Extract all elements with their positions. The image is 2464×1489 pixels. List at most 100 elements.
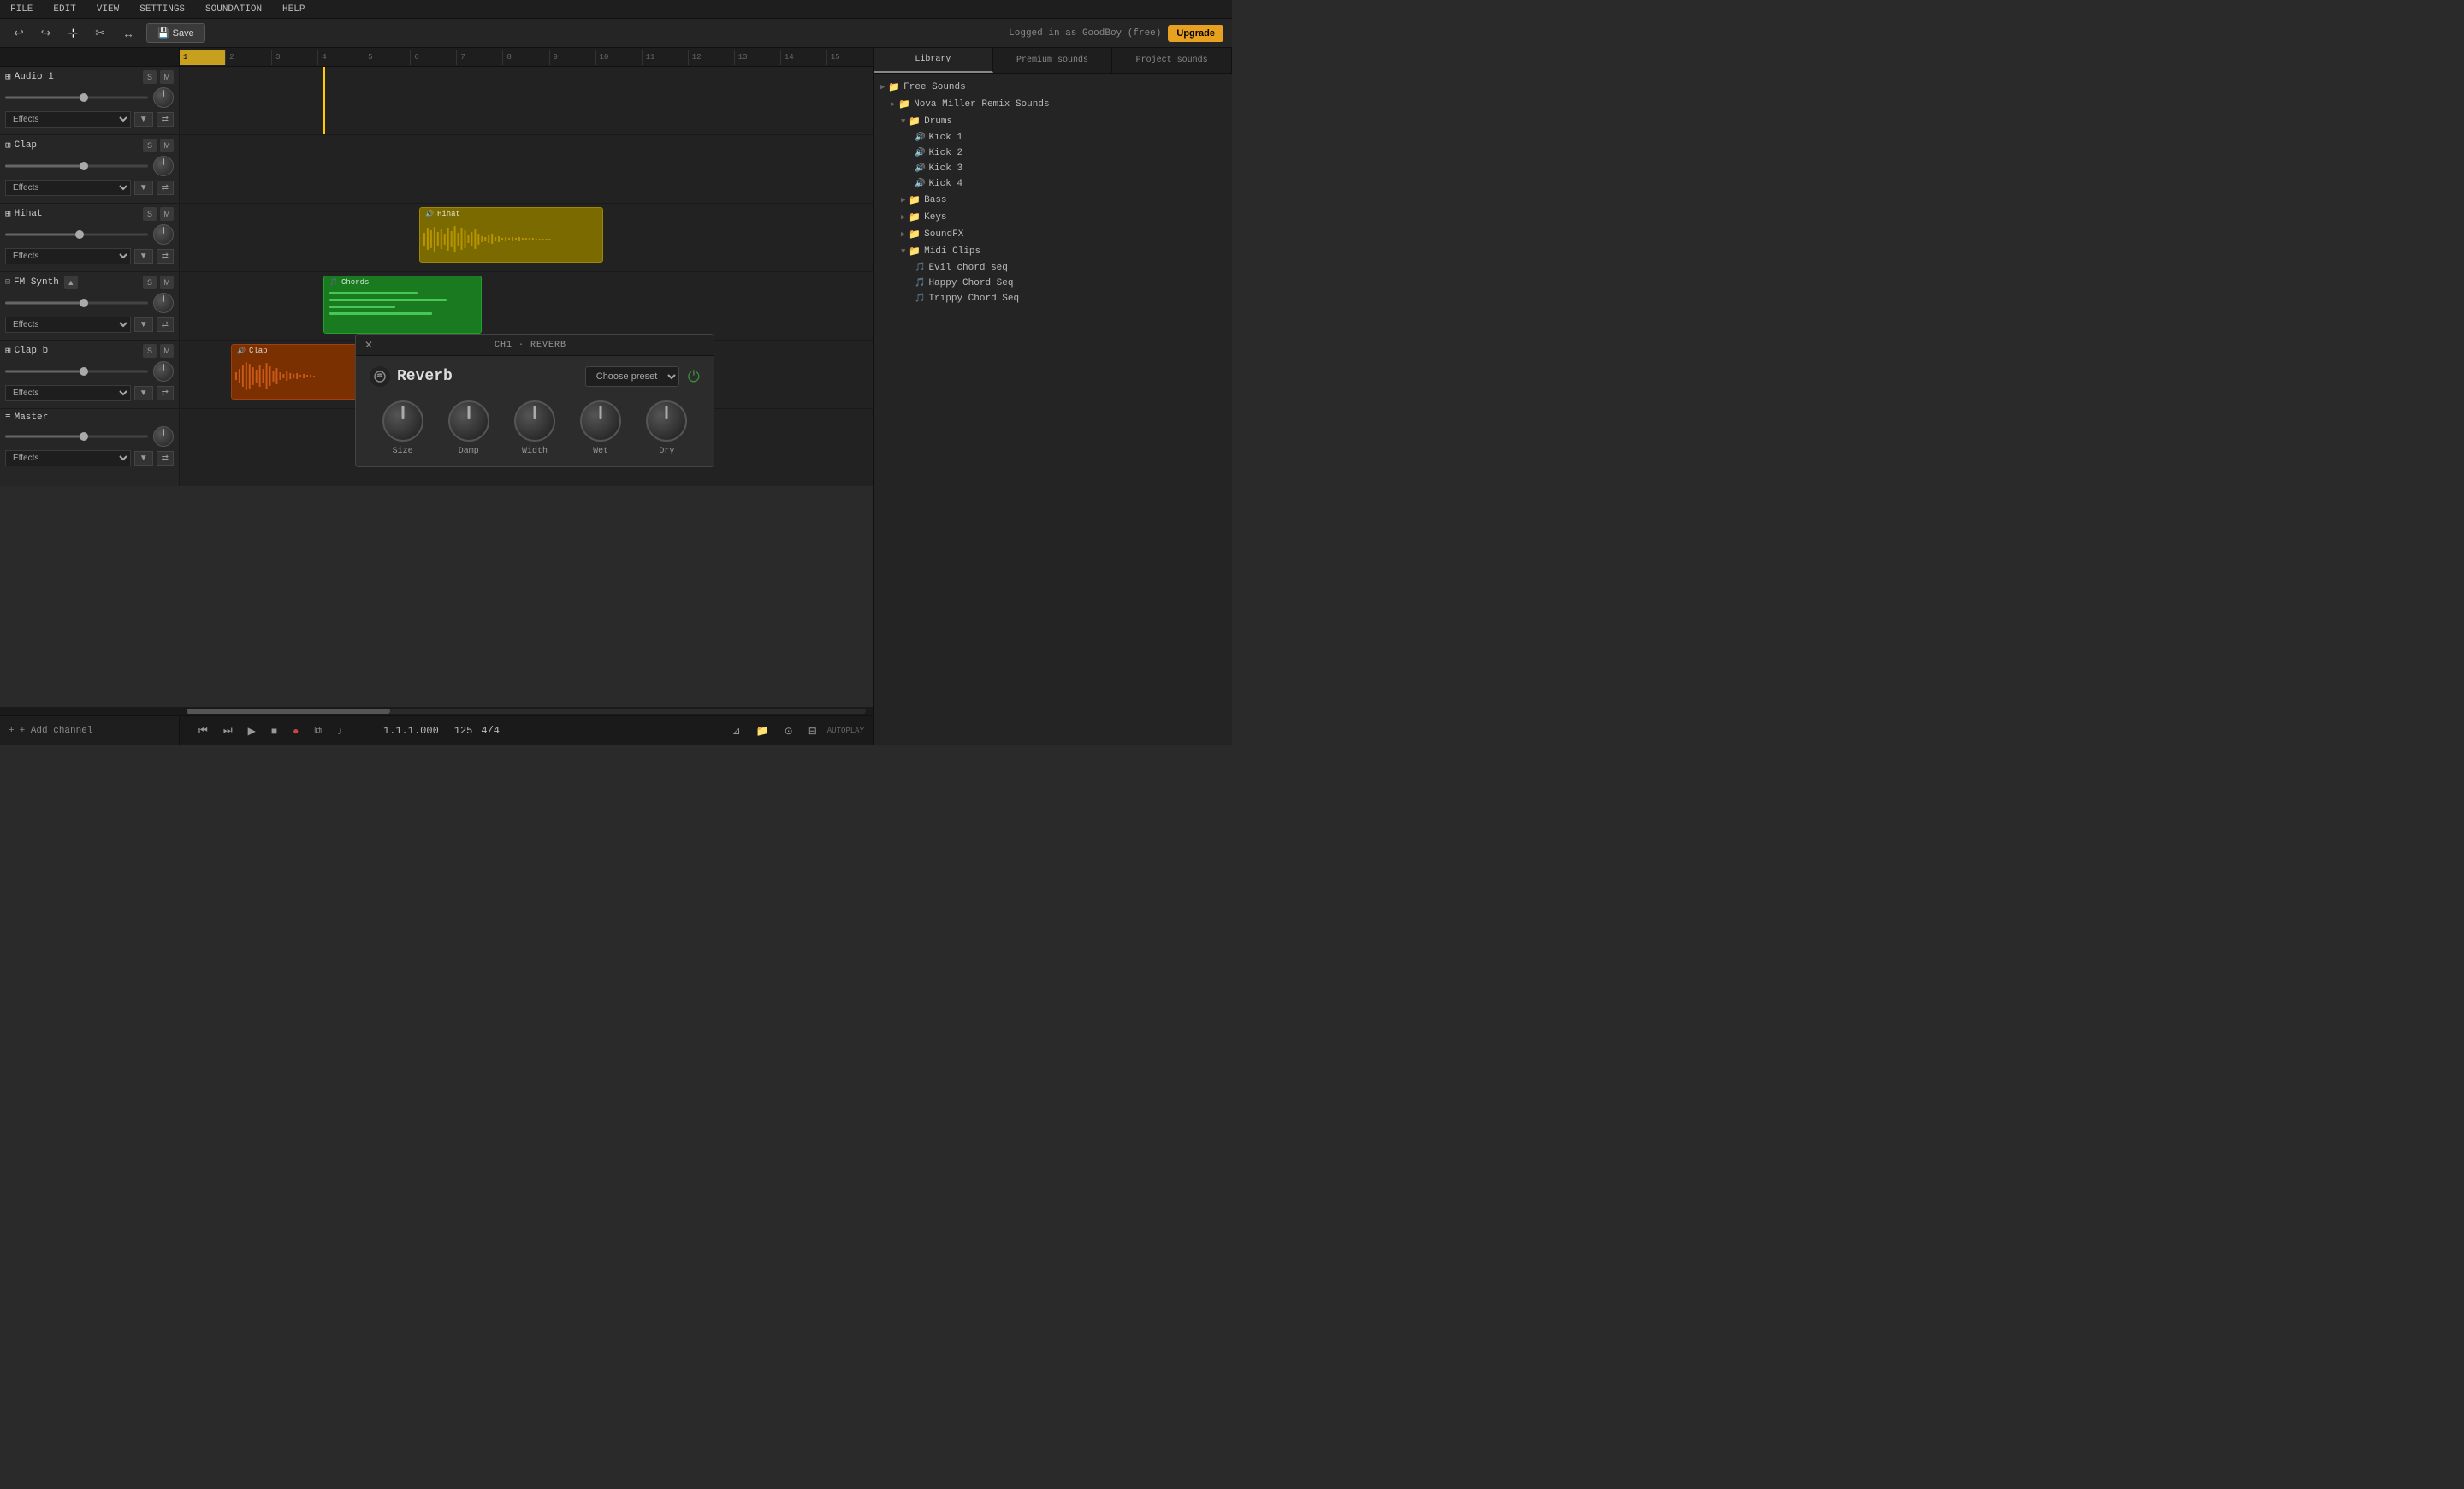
record-button[interactable]: ● — [287, 723, 304, 739]
tree-item-free-sounds[interactable]: ▶ 📁 Free Sounds — [874, 79, 1232, 96]
track-hihat-volume-slider[interactable] — [5, 228, 148, 240]
tree-item-trippy-chord[interactable]: 🎵 Trippy Chord Seq — [874, 291, 1232, 306]
reverb-knob-width[interactable] — [514, 400, 555, 442]
track-hihat-solo[interactable]: S — [143, 207, 157, 221]
reverb-power-button[interactable]: ⏻ — [688, 368, 700, 386]
save-button[interactable]: 💾 Save — [146, 23, 205, 43]
track-clapb-effects-expand[interactable]: ▼ — [134, 386, 153, 400]
reverb-preset-select[interactable]: Choose preset — [585, 366, 679, 387]
track-hihat-effects-add[interactable]: ⇄ — [157, 249, 174, 264]
track-audio1-effects-add[interactable]: ⇄ — [157, 112, 174, 127]
track-hihat-pan-knob[interactable] — [153, 224, 174, 245]
track-clap-pan-knob[interactable] — [153, 156, 174, 176]
cut-tool-button[interactable]: ✂ — [90, 23, 110, 43]
track-fmsynth-effects-select[interactable]: Effects — [5, 317, 131, 333]
track-fmsynth-effects-add[interactable]: ⇄ — [157, 317, 174, 332]
menu-soundation[interactable]: SOUNDATION — [202, 3, 265, 16]
tab-project-sounds[interactable]: Project sounds — [1112, 48, 1232, 73]
undo-button[interactable]: ↩ — [9, 23, 29, 43]
reverb-knob-damp[interactable] — [448, 400, 489, 442]
resize-tool-button[interactable]: ↔ — [117, 24, 139, 43]
menu-file[interactable]: FILE — [7, 3, 36, 16]
tree-item-kick4[interactable]: 🔊 Kick 4 — [874, 176, 1232, 192]
track-clapb-pan-knob[interactable] — [153, 361, 174, 382]
ruler-mark-2: 2 — [225, 50, 271, 65]
track-clapb-effects-select[interactable]: Effects — [5, 385, 131, 401]
track-clap-effects-add[interactable]: ⇄ — [157, 181, 174, 195]
track-audio1-mute[interactable]: M — [160, 70, 174, 84]
tree-item-bass[interactable]: ▶ 📁 Bass — [874, 192, 1232, 209]
track-clapb-mute[interactable]: M — [160, 344, 174, 358]
play-button[interactable]: ▶ — [243, 723, 261, 739]
hihat-clip[interactable]: 🔊 Hihat — [419, 207, 603, 263]
menu-settings[interactable]: SETTINGS — [136, 3, 188, 16]
track-clapb-effects-add[interactable]: ⇄ — [157, 386, 174, 400]
tree-item-kick1[interactable]: 🔊 Kick 1 — [874, 130, 1232, 145]
tree-item-kick2[interactable]: 🔊 Kick 2 — [874, 145, 1232, 161]
menu-edit[interactable]: EDIT — [50, 3, 79, 16]
track-clapb-volume-slider[interactable] — [5, 365, 148, 377]
tree-item-drums[interactable]: ▼ 📁 Drums — [874, 113, 1232, 130]
fast-forward-button[interactable]: ⏭ — [218, 722, 238, 739]
loop-button[interactable]: ⧉ — [309, 722, 327, 739]
tree-item-kick3[interactable]: 🔊 Kick 3 — [874, 161, 1232, 176]
track-hihat-effects-expand[interactable]: ▼ — [134, 249, 153, 264]
metronome-button[interactable]: ♩ — [332, 723, 352, 739]
tree-item-midi-clips[interactable]: ▼ 📁 Midi Clips — [874, 243, 1232, 260]
track-clap-effects-select[interactable]: Effects — [5, 180, 131, 196]
tab-library[interactable]: Library — [874, 48, 993, 73]
menu-help[interactable]: HELP — [279, 3, 308, 16]
track-clapb-solo[interactable]: S — [143, 344, 157, 358]
track-clap-solo[interactable]: S — [143, 139, 157, 152]
track-master-volume-slider[interactable] — [5, 430, 148, 442]
tree-item-evil-chord[interactable]: 🎵 Evil chord seq — [874, 260, 1232, 276]
track-clap-mute[interactable]: M — [160, 139, 174, 152]
settings-button2[interactable]: ⊙ — [779, 723, 798, 739]
track-fmsynth-volume-slider[interactable] — [5, 297, 148, 309]
track-audio1-volume-slider[interactable] — [5, 92, 148, 104]
export-button[interactable]: ⊿ — [727, 723, 746, 739]
track-fmsynth-solo[interactable]: S — [143, 276, 157, 289]
tree-item-happy-chord[interactable]: 🎵 Happy Chord Seq — [874, 276, 1232, 291]
folder-button[interactable]: 📁 — [751, 723, 774, 739]
autoplay-label: AUTOPLAY — [827, 727, 864, 735]
track-fmsynth-effects-expand[interactable]: ▼ — [134, 317, 153, 332]
stop-button[interactable]: ■ — [266, 723, 282, 739]
reverb-logo-icon — [370, 366, 390, 387]
track-fmsynth-expand[interactable]: ▲ — [64, 276, 78, 289]
mixer-button[interactable]: ⊟ — [803, 723, 822, 739]
track-hihat-effects-select[interactable]: Effects — [5, 248, 131, 264]
bottom-scrollbar[interactable] — [0, 707, 873, 715]
chords-clip[interactable]: 🎵 Chords — [323, 276, 482, 334]
menu-view[interactable]: VIEW — [93, 3, 122, 16]
track-audio1-effects-expand[interactable]: ▼ — [134, 112, 153, 127]
chords-clip-header: 🎵 Chords — [324, 276, 481, 288]
track-fmsynth-mute[interactable]: M — [160, 276, 174, 289]
track-master-effects-select[interactable]: Effects — [5, 450, 131, 466]
tree-item-nova-miller[interactable]: ▶ 📁 Nova Miller Remix Sounds — [874, 96, 1232, 113]
track-clap-volume-slider[interactable] — [5, 160, 148, 172]
upgrade-button[interactable]: Upgrade — [1168, 25, 1223, 42]
reverb-knob-wet[interactable] — [580, 400, 621, 442]
tree-item-soundfx[interactable]: ▶ 📁 SoundFX — [874, 226, 1232, 243]
track-audio1-solo[interactable]: S — [143, 70, 157, 84]
track-audio1-pan-knob[interactable] — [153, 87, 174, 108]
reverb-knob-dry-group: Dry — [646, 400, 687, 456]
add-channel-button[interactable]: + + Add channel — [0, 716, 180, 744]
ruler-mark-3: 3 — [271, 50, 317, 65]
track-hihat-mute[interactable]: M — [160, 207, 174, 221]
track-master-effects-expand[interactable]: ▼ — [134, 451, 153, 466]
redo-button[interactable]: ↪ — [36, 23, 56, 43]
tree-item-keys[interactable]: ▶ 📁 Keys — [874, 209, 1232, 226]
tab-premium-sounds[interactable]: Premium sounds — [993, 48, 1113, 73]
reverb-knob-size[interactable] — [382, 400, 424, 442]
track-fmsynth-pan-knob[interactable] — [153, 293, 174, 313]
track-clap-effects-expand[interactable]: ▼ — [134, 181, 153, 195]
track-master-pan-knob[interactable] — [153, 426, 174, 447]
reverb-knob-dry[interactable] — [646, 400, 687, 442]
reverb-close-button[interactable]: ✕ — [364, 339, 373, 351]
pointer-tool-button[interactable]: ⊹ — [62, 23, 83, 43]
track-master-effects-add[interactable]: ⇄ — [157, 451, 174, 466]
track-audio1-effects-select[interactable]: Effects — [5, 111, 131, 128]
rewind-button[interactable]: ⏮ — [193, 722, 213, 739]
